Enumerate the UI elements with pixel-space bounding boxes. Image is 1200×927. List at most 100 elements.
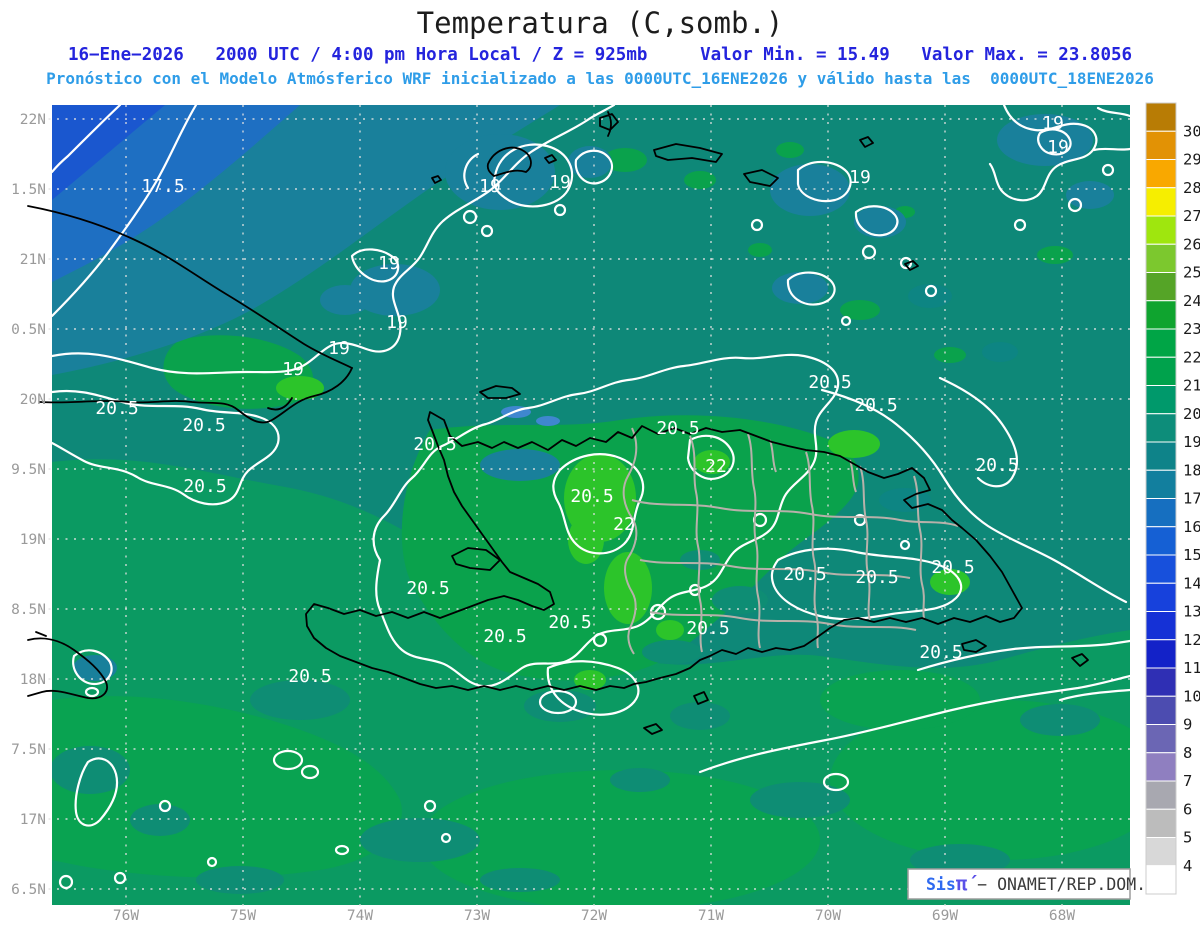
contour-label: 20.5 [413,434,456,455]
contour-label: 20.5 [183,476,226,497]
colorbar-tick-label: 15 [1183,546,1200,564]
lat-tick-label: 0.5N [11,322,46,338]
brand-text: Sis [926,875,956,894]
colorbar-segment [1145,752,1177,782]
colorbar-tick-label: 20 [1183,405,1200,423]
colorbar-tick-label: 14 [1183,574,1200,592]
contour-label: 20.5 [548,612,591,633]
colorbar-tick-label: 13 [1183,603,1200,621]
contour-label: 20.5 [686,618,729,639]
colorbar-tick-label: 16 [1183,518,1200,536]
contour-label: 19 [1042,113,1064,134]
colorbar-tick-label: 24 [1183,292,1200,310]
colorbar-tick-label: 12 [1183,631,1200,649]
lon-tick-label: 74W [347,908,373,924]
lon-tick-label: 69W [932,908,958,924]
colorbar-tick-label: 8 [1183,744,1192,762]
subtitle-model-info: Pronóstico con el Modelo Atmósferico WRF… [46,69,1154,88]
contour-label: 20.5 [406,578,449,599]
contour-label: 20.5 [919,642,962,663]
colorbar-segment [1145,582,1177,612]
lon-tick-label: 72W [581,908,607,924]
colorbar-tick-label: 17 [1183,490,1200,508]
colorbar-tick-label: 27 [1183,207,1200,225]
colorbar-segment [1145,243,1177,273]
lat-tick-label: 6.5N [11,882,46,898]
lon-tick-label: 75W [230,908,256,924]
colorbar-tick-label: 5 [1183,829,1192,847]
colorbar-segment [1145,413,1177,443]
contour-label: 20.5 [656,418,699,439]
lat-tick-label: 19N [20,532,46,548]
colorbar-tick-label: 28 [1183,179,1200,197]
weather-map-page: Temperatura (C,somb.) 16−Ene−2026 2000 U… [0,0,1200,927]
contour-label: 20.5 [931,557,974,578]
colorbar-segment [1145,300,1177,330]
contour-label: 17.5 [141,176,184,197]
lat-tick-label: 8.5N [11,602,46,618]
colorbar-segment [1145,385,1177,415]
contour-label: 22 [613,514,635,535]
colorbar-tick-label: 11 [1183,659,1200,677]
colorbar-segment [1145,159,1177,189]
shaded-field [52,105,1130,905]
colorbar-segment [1145,611,1177,641]
colorbar-segment [1145,865,1177,895]
colorbar-segment [1145,837,1177,867]
colorbar-segment [1145,328,1177,358]
colorbar-segment [1145,272,1177,302]
lat-tick-label: 9.5N [11,462,46,478]
contour-label: 19 [479,176,501,197]
colorbar-segment [1145,215,1177,245]
colorbar-tick-label: 22 [1183,348,1200,366]
colorbar-segment [1145,187,1177,217]
contour-label: 19 [282,359,304,380]
colorbar-segment [1145,102,1177,132]
colorbar-segment [1145,780,1177,810]
subtitle-datetime-minmax: 16−Ene−2026 2000 UTC / 4:00 pm Hora Loca… [67,45,1133,65]
colorbar-segment [1145,498,1177,528]
colorbar-segment [1145,526,1177,556]
contour-label: 20.5 [808,372,851,393]
colorbar-tick-label: 9 [1183,716,1192,734]
colorbar-tick-label: 7 [1183,772,1192,790]
colorbar-segment [1145,469,1177,499]
contour-label: 19 [328,338,350,359]
lat-tick-label: 21N [20,252,46,268]
lat-tick-label: 17N [20,812,46,828]
badge-dash: − [977,875,987,894]
colorbar-segment [1145,356,1177,386]
colorbar-tick-label: 23 [1183,320,1200,338]
lon-tick-label: 71W [698,908,724,924]
colorbar-segment [1145,808,1177,838]
colorbar-segment [1145,667,1177,697]
colorbar-tick-label: 18 [1183,461,1200,479]
colorbar: 30 29 28 27 26 25 24 23 22 21 20 19 18 17 16 15 14 13 12 11… [1145,102,1200,895]
svg-text:Sisπ́ − ONAMET/REP.DOM.: Sisπ́ − ONAMET/REP.DOM. [926,873,1146,895]
org-text: ONAMET/REP.DOM. [997,875,1146,894]
contour-label: 20.5 [783,564,826,585]
lon-tick-label: 70W [815,908,841,924]
contour-label: 19 [1047,137,1069,158]
colorbar-segment [1145,130,1177,160]
lon-tick-label: 76W [113,908,139,924]
colorbar-tick-label: 19 [1183,433,1200,451]
contour-label: 22 [705,456,727,477]
lat-tick-label: 20N [20,392,46,408]
contour-label: 20.5 [182,415,225,436]
lat-tick-label: 22N [20,112,46,128]
colorbar-segment [1145,695,1177,725]
colorbar-tick-label: 29 [1183,151,1200,169]
colorbar-tick-label: 30 [1183,122,1200,140]
contour-label: 20.5 [855,567,898,588]
colorbar-segment [1145,441,1177,471]
lon-tick-label: 68W [1049,908,1075,924]
contour-label: 19 [849,167,871,188]
contour-label: 19 [549,172,571,193]
colorbar-tick-label: 21 [1183,377,1200,395]
contour-label: 19 [386,312,408,333]
lat-tick-label: 18N [20,672,46,688]
colorbar-tick-label: 26 [1183,235,1200,253]
colorbar-tick-label: 25 [1183,264,1200,282]
colorbar-segment [1145,639,1177,669]
